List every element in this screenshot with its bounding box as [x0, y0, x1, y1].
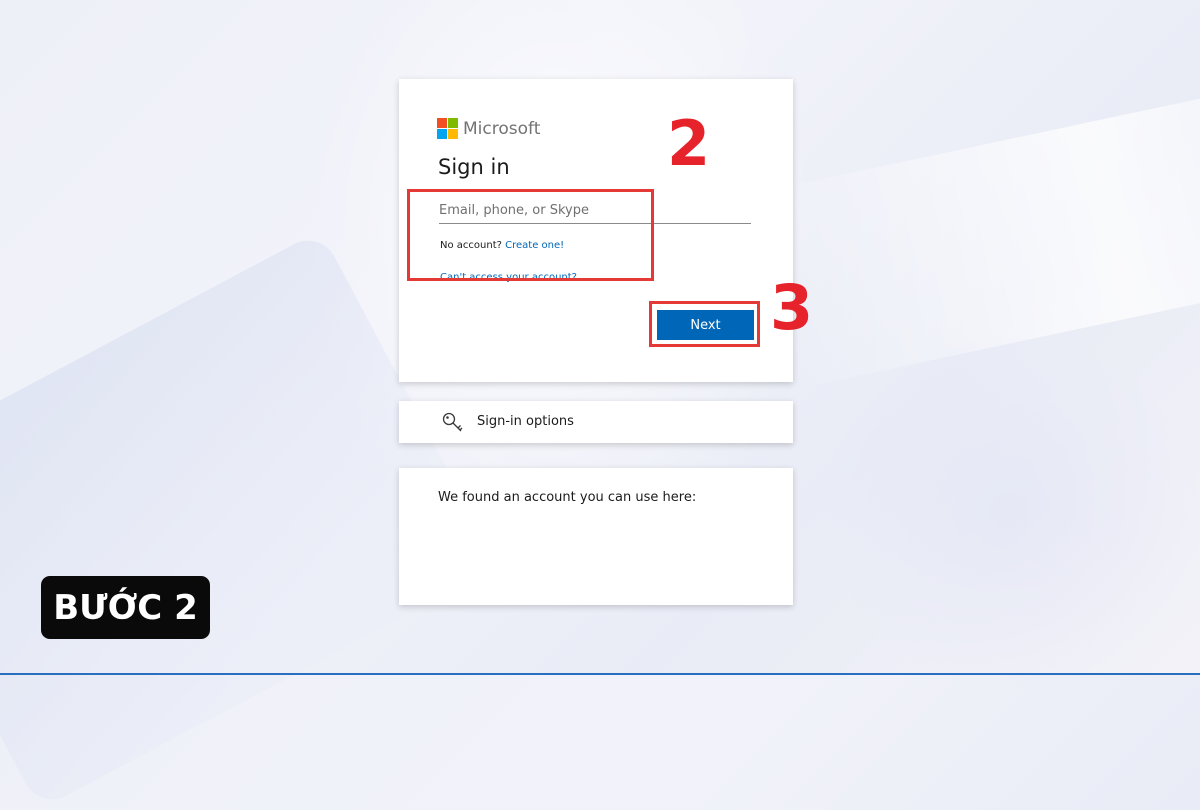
step-number-2: 2	[667, 107, 711, 180]
key-icon	[442, 412, 463, 432]
found-account-card: We found an account you can use here:	[399, 468, 793, 605]
step-badge: BƯỚC 2	[41, 576, 210, 639]
page-title: Sign in	[438, 155, 510, 179]
microsoft-logo: Microsoft	[437, 118, 540, 139]
background-blur	[820, 330, 1200, 690]
background-streak	[746, 49, 1200, 391]
step-number-3: 3	[770, 271, 814, 344]
signin-options-button[interactable]: Sign-in options	[399, 401, 793, 443]
email-highlight-box	[407, 189, 654, 281]
signin-options-label: Sign-in options	[477, 414, 574, 429]
next-highlight-box	[649, 301, 760, 347]
brand-name: Microsoft	[463, 118, 541, 139]
microsoft-logo-icon	[437, 118, 458, 139]
found-account-text: We found an account you can use here:	[438, 490, 697, 505]
